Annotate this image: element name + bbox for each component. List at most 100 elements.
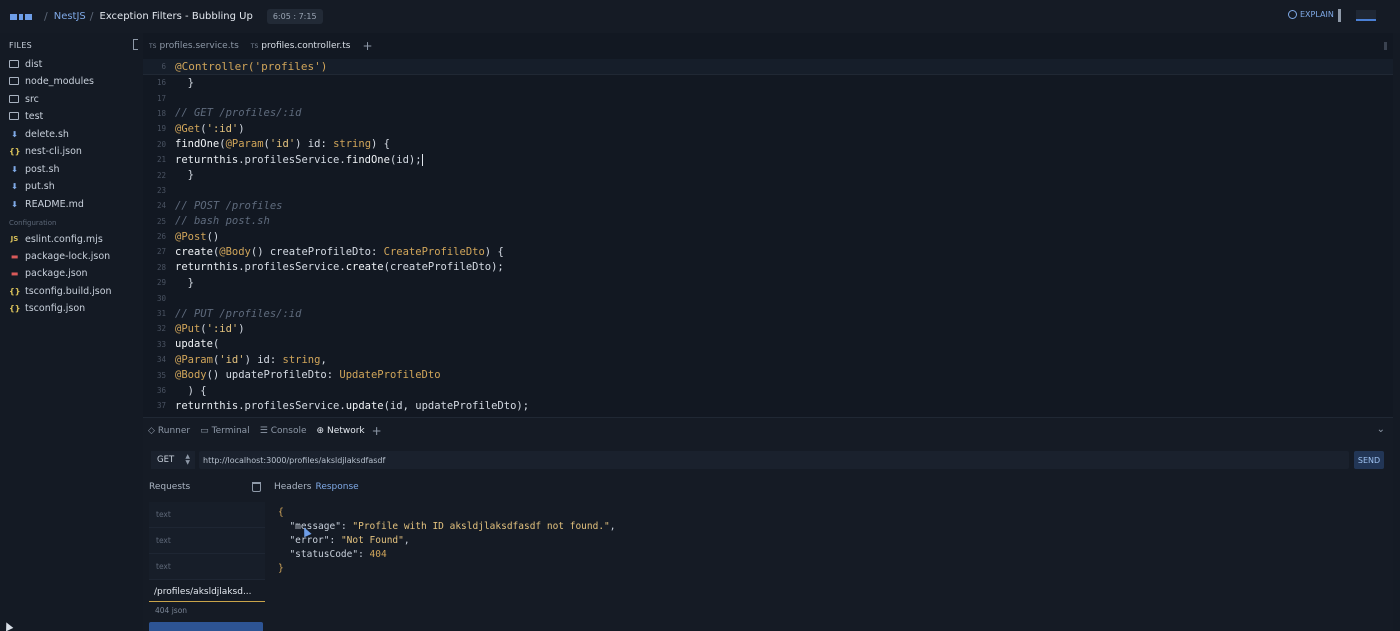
code-editor: TS profiles.service.ts TS profiles.control… [143, 33, 1393, 417]
url-input[interactable]: http://localhost:3000/profiles/aksldjlak… [199, 451, 1349, 469]
tab-label: profiles.controller.ts [261, 41, 351, 51]
chevron-down-icon[interactable]: ⌄ [1377, 424, 1385, 435]
file-item-dist[interactable]: dist [9, 57, 42, 71]
sticky-code: @Controller('profiles') [175, 60, 328, 73]
console-icon: ☰ [259, 426, 268, 436]
response-tabs: Headers Response [274, 482, 359, 492]
add-panel-plus-icon[interactable]: + [372, 424, 382, 438]
code-line: 26 @Post() [156, 230, 220, 243]
file-item-post-sh[interactable]: ⬇ post.sh [9, 162, 59, 176]
app-logo-icon[interactable] [10, 12, 32, 22]
folder-icon [9, 95, 19, 103]
file-label: package.json [25, 267, 88, 279]
sticky-scroll-line[interactable]: 6 @Controller('profiles') [143, 59, 1393, 75]
code-line: 35 @Body() updateProfileDto: UpdateProfi… [156, 369, 441, 382]
folder-icon [9, 60, 19, 68]
file-item-node-modules[interactable]: node_modules [9, 74, 94, 88]
breadcrumb-separator: / [44, 10, 48, 23]
json-icon: {} [9, 303, 21, 313]
tab-label: profiles.service.ts [159, 41, 239, 51]
code-line: 32 @Put(':id') [156, 322, 245, 335]
file-item-package-lock[interactable]: ▬ package-lock.json [9, 249, 110, 263]
file-item-tsconfig-build[interactable]: {} tsconfig.build.json [9, 284, 112, 298]
file-item-nest-cli-json[interactable]: {} nest-cli.json [9, 144, 82, 158]
code-line: 16 } [156, 76, 194, 89]
configuration-heading: Configuration [9, 219, 57, 227]
lesson-title: Exception Filters - Bubbling Up [99, 11, 253, 22]
file-label: node_modules [25, 75, 95, 87]
file-item-src[interactable]: src [9, 92, 39, 106]
code-line: 30 [156, 293, 166, 303]
request-item[interactable]: text [149, 554, 265, 580]
text-caret [421, 153, 423, 166]
collapse-sidebar-icon[interactable] [133, 39, 138, 50]
json-icon: {} [9, 146, 21, 156]
line-number: 6 [161, 62, 166, 71]
method-value: GET [157, 455, 175, 465]
typescript-icon: TS [149, 42, 157, 50]
editor-scrollbar[interactable] [1384, 42, 1387, 50]
files-heading: FILES [9, 41, 33, 50]
tab-profiles-controller[interactable]: TS profiles.controller.ts [245, 33, 357, 59]
request-item-active[interactable]: /profiles/aksldjlaksd... 404 json [149, 582, 265, 620]
markdown-icon: ⬇ [11, 199, 18, 209]
file-item-eslint-config[interactable]: JS eslint.config.mjs [9, 232, 103, 246]
tab-runner[interactable]: ◇ Runner [143, 418, 195, 444]
file-item-put-sh[interactable]: ⬇ put.sh [9, 179, 55, 193]
file-item-test[interactable]: test [9, 109, 43, 123]
request-history-list: text text text [149, 502, 265, 580]
request-item[interactable]: text [149, 502, 265, 528]
file-item-package-json[interactable]: ▬ package.json [9, 266, 88, 280]
file-label: eslint.config.mjs [25, 233, 103, 245]
code-line: 37 return this .profilesService. update (id… [156, 399, 530, 412]
code-line: 19 @Get(':id') [156, 122, 245, 135]
explain-button[interactable]: EXPLAIN [1288, 10, 1334, 19]
code-line: 21 return this .profilesService. findOne (i… [156, 153, 423, 166]
file-label: put.sh [25, 180, 55, 192]
code-line: 18 // GET /profiles/:id [156, 107, 302, 120]
code-line: 23 [156, 185, 166, 195]
bottom-panel: ◇ Runner ▭ Terminal ☰ Console ⊕ Network + ⌄ … [143, 417, 1393, 631]
method-select[interactable]: GET ▲ ▼ [151, 451, 195, 469]
typescript-icon: TS [250, 42, 259, 50]
panel-tabs: ◇ Runner ▭ Terminal ☰ Console ⊕ Network + [143, 418, 1393, 444]
request-item[interactable]: text [149, 528, 265, 554]
explain-label: EXPLAIN [1300, 10, 1334, 19]
file-label: README.md [25, 198, 84, 210]
file-label: package-lock.json [25, 250, 111, 262]
breadcrumb-course[interactable]: NestJS [54, 11, 86, 22]
top-bar: / NestJS / Exception Filters - Bubbling … [0, 0, 1400, 33]
shell-icon: ⬇ [11, 181, 18, 191]
file-item-readme[interactable]: ⬇ README.md [9, 197, 84, 211]
layout-toggle-icon[interactable] [1338, 9, 1341, 22]
lesson-time-badge: 6:05 : 7:15 [266, 9, 323, 24]
tab-response[interactable]: Response [315, 482, 358, 492]
trash-icon[interactable] [252, 482, 261, 492]
file-label: src [25, 93, 39, 105]
tab-terminal[interactable]: ▭ Terminal [195, 418, 255, 444]
editor-tabs: TS profiles.service.ts TS profiles.control… [143, 33, 1393, 59]
json-icon: {} [9, 286, 21, 296]
tab-label: Runner [157, 426, 191, 436]
request-status: 404 json [155, 606, 188, 615]
code-line: 33 update( [156, 338, 220, 351]
code-line: 28 return this .profilesService. create (cr… [156, 261, 504, 274]
response-body[interactable]: { "message": "Profile with ID aksldjlaks… [278, 506, 616, 576]
globe-icon: ⊕ [316, 426, 325, 436]
tab-console[interactable]: ☰ Console [255, 418, 312, 444]
file-explorer: FILES dist node_modules src test ⬇ delete… [0, 33, 143, 630]
file-item-delete-sh[interactable]: ⬇ delete.sh [9, 127, 69, 141]
code-line: 34 @Param('id') id: string, [156, 353, 327, 366]
breadcrumb-separator: / [89, 10, 94, 23]
requests-heading: Requests [149, 482, 191, 492]
file-label: dist [25, 58, 43, 70]
tab-network[interactable]: ⊕ Network [312, 418, 370, 444]
tab-profiles-service[interactable]: TS profiles.service.ts [143, 33, 245, 59]
send-button[interactable]: SEND [1354, 451, 1384, 469]
code-lines[interactable]: 16 } 17 18 // GET /profiles/:id 19 @Get(… [143, 75, 1393, 414]
panel-toggle-button[interactable] [1356, 10, 1376, 21]
tab-headers[interactable]: Headers [274, 482, 311, 492]
file-item-tsconfig[interactable]: {} tsconfig.json [9, 301, 85, 315]
new-tab-plus-icon[interactable]: + [362, 39, 372, 53]
tab-label: Console [270, 426, 307, 436]
